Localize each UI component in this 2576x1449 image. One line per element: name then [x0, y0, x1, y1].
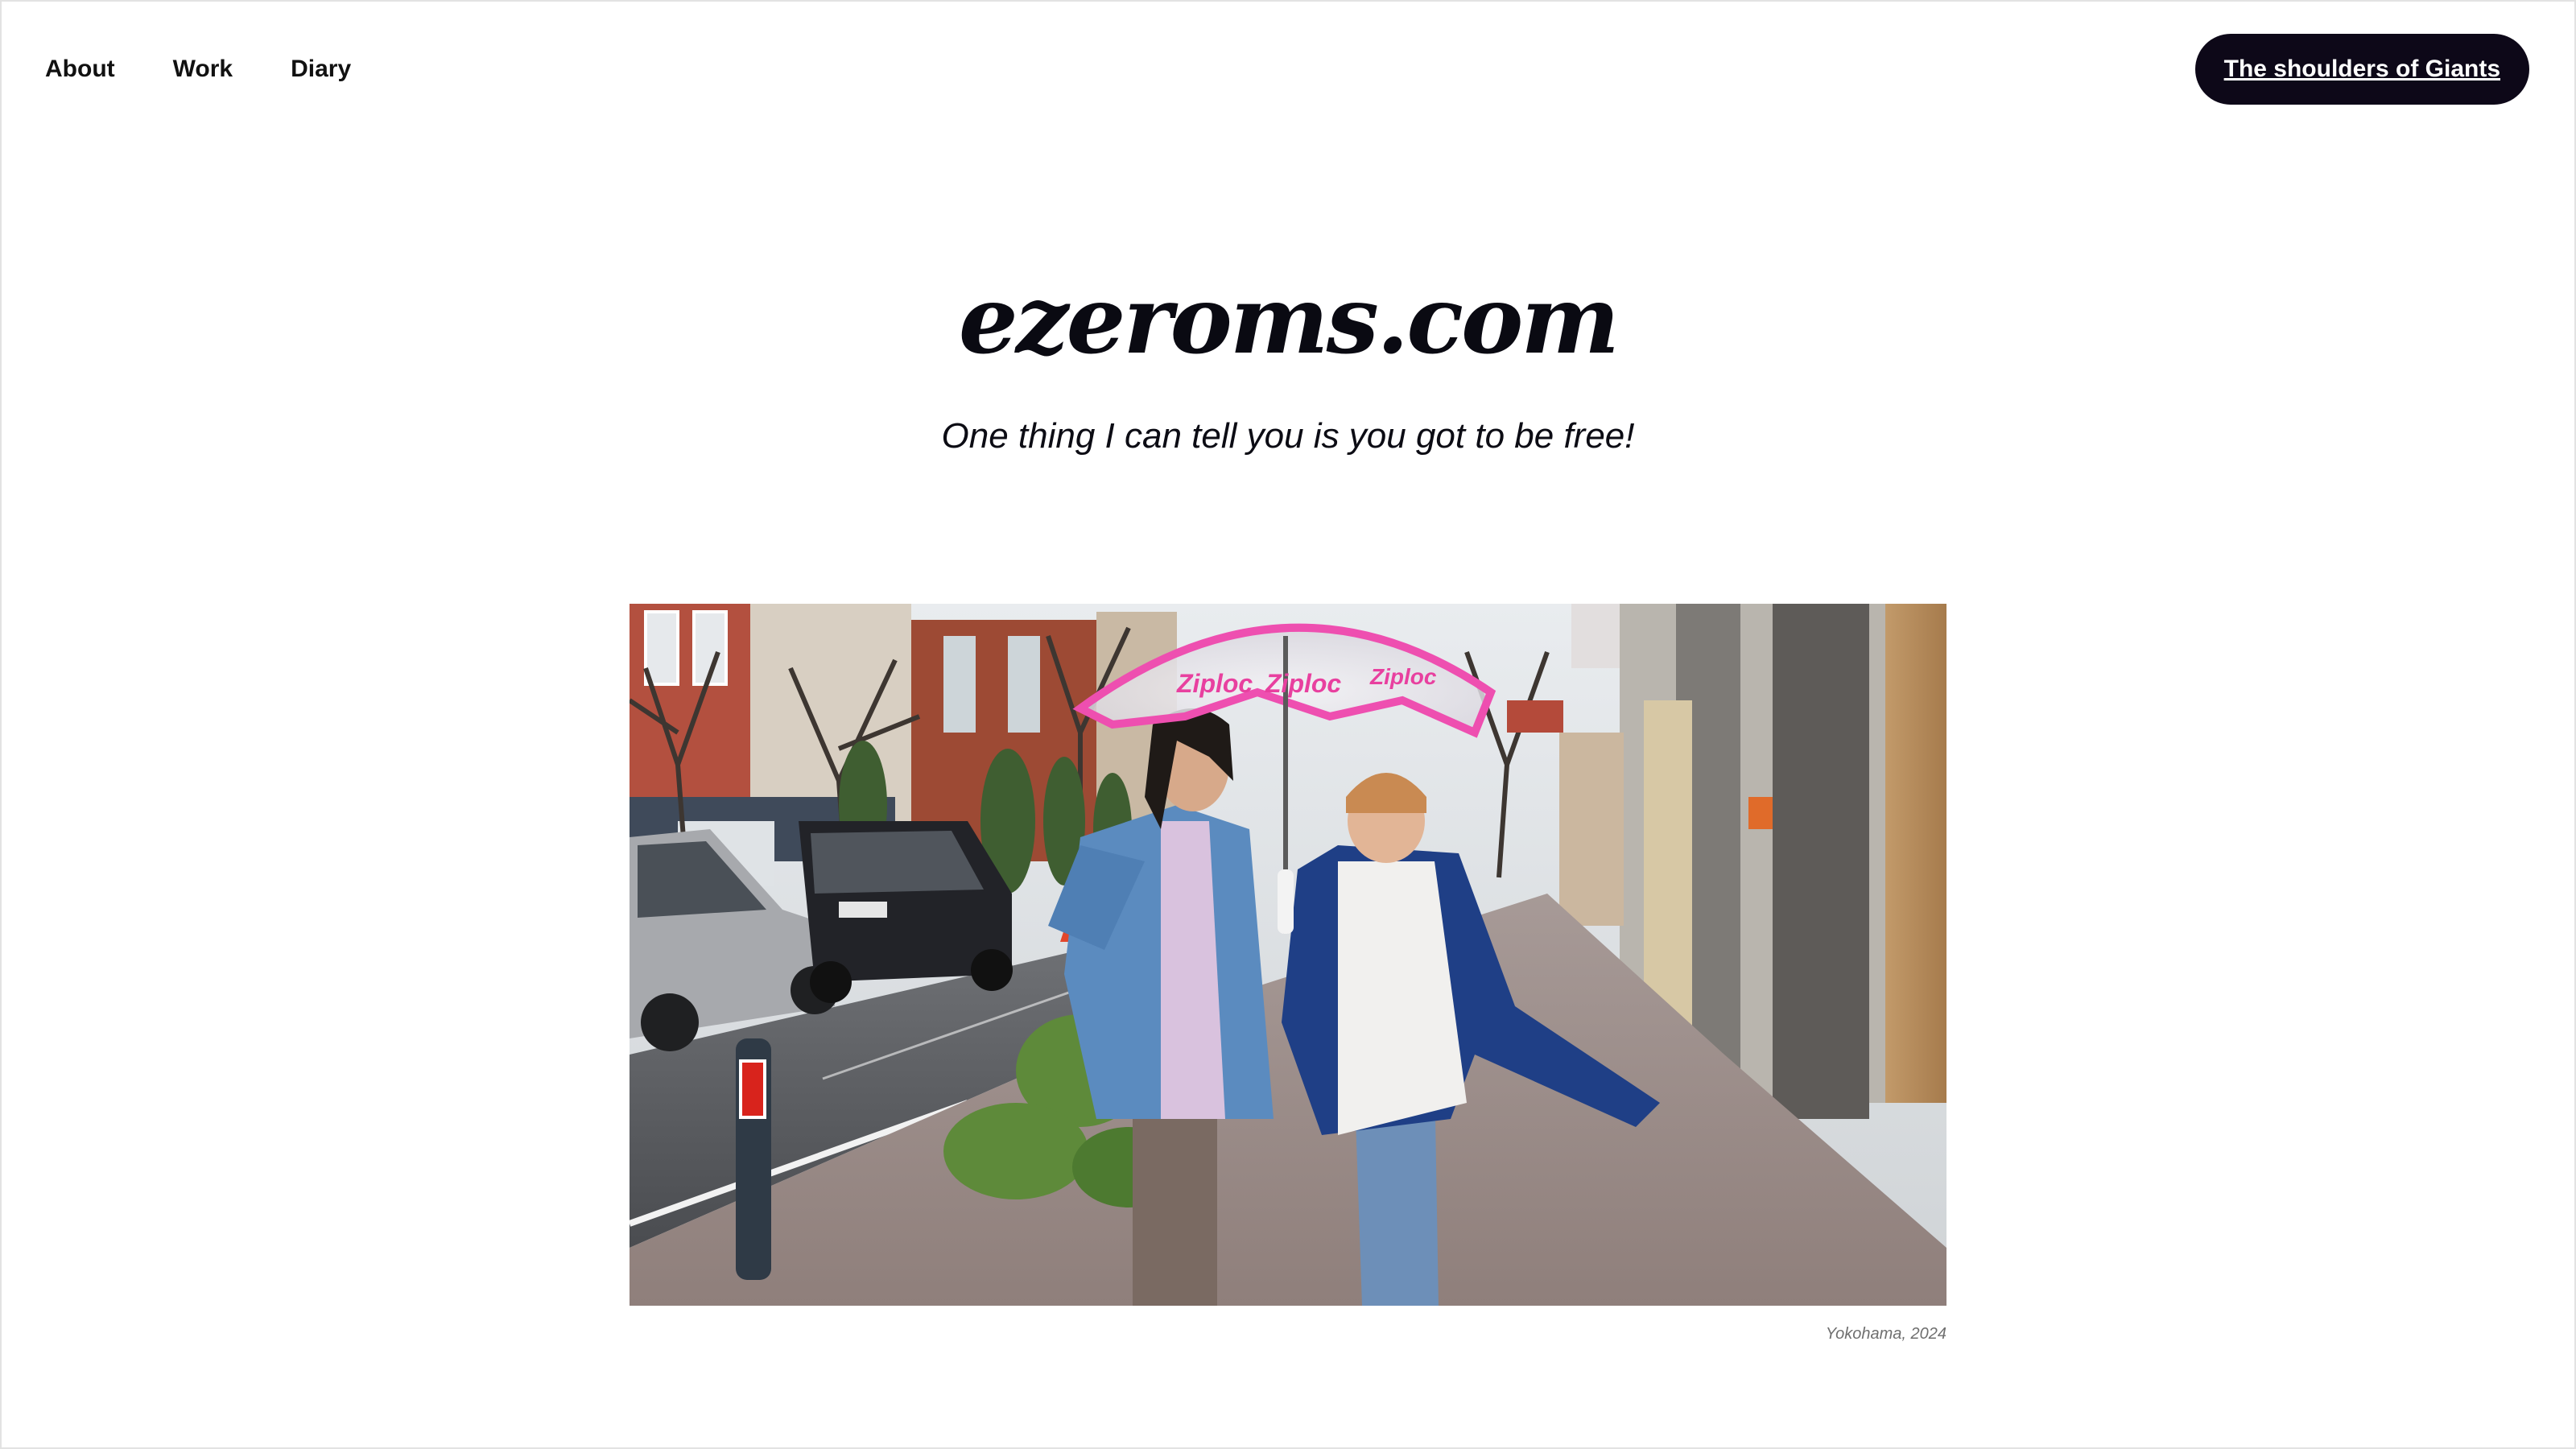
umbrella-brand-text-3: Ziploc — [1369, 664, 1437, 689]
hero-photo: Ziploc Ziploc Ziploc — [630, 604, 1946, 1306]
shoulders-of-giants-button[interactable]: The shoulders of Giants — [2194, 34, 2529, 105]
nav-about-link[interactable]: About — [45, 50, 115, 89]
nav-diary-link[interactable]: Diary — [291, 50, 351, 89]
site-tagline: One thing I can tell you is you got to b… — [941, 416, 1635, 456]
main-nav: About Work Diary — [45, 50, 409, 89]
umbrella-brand-text-2: Ziploc — [1265, 669, 1341, 698]
photo-caption: Yokohama, 2024 — [1825, 1325, 1946, 1343]
site-title: ezeroms.com — [958, 266, 1620, 375]
nav-work-link[interactable]: Work — [173, 50, 233, 89]
bollard — [736, 1038, 771, 1280]
umbrella-brand-text-1: Ziploc — [1176, 669, 1253, 698]
